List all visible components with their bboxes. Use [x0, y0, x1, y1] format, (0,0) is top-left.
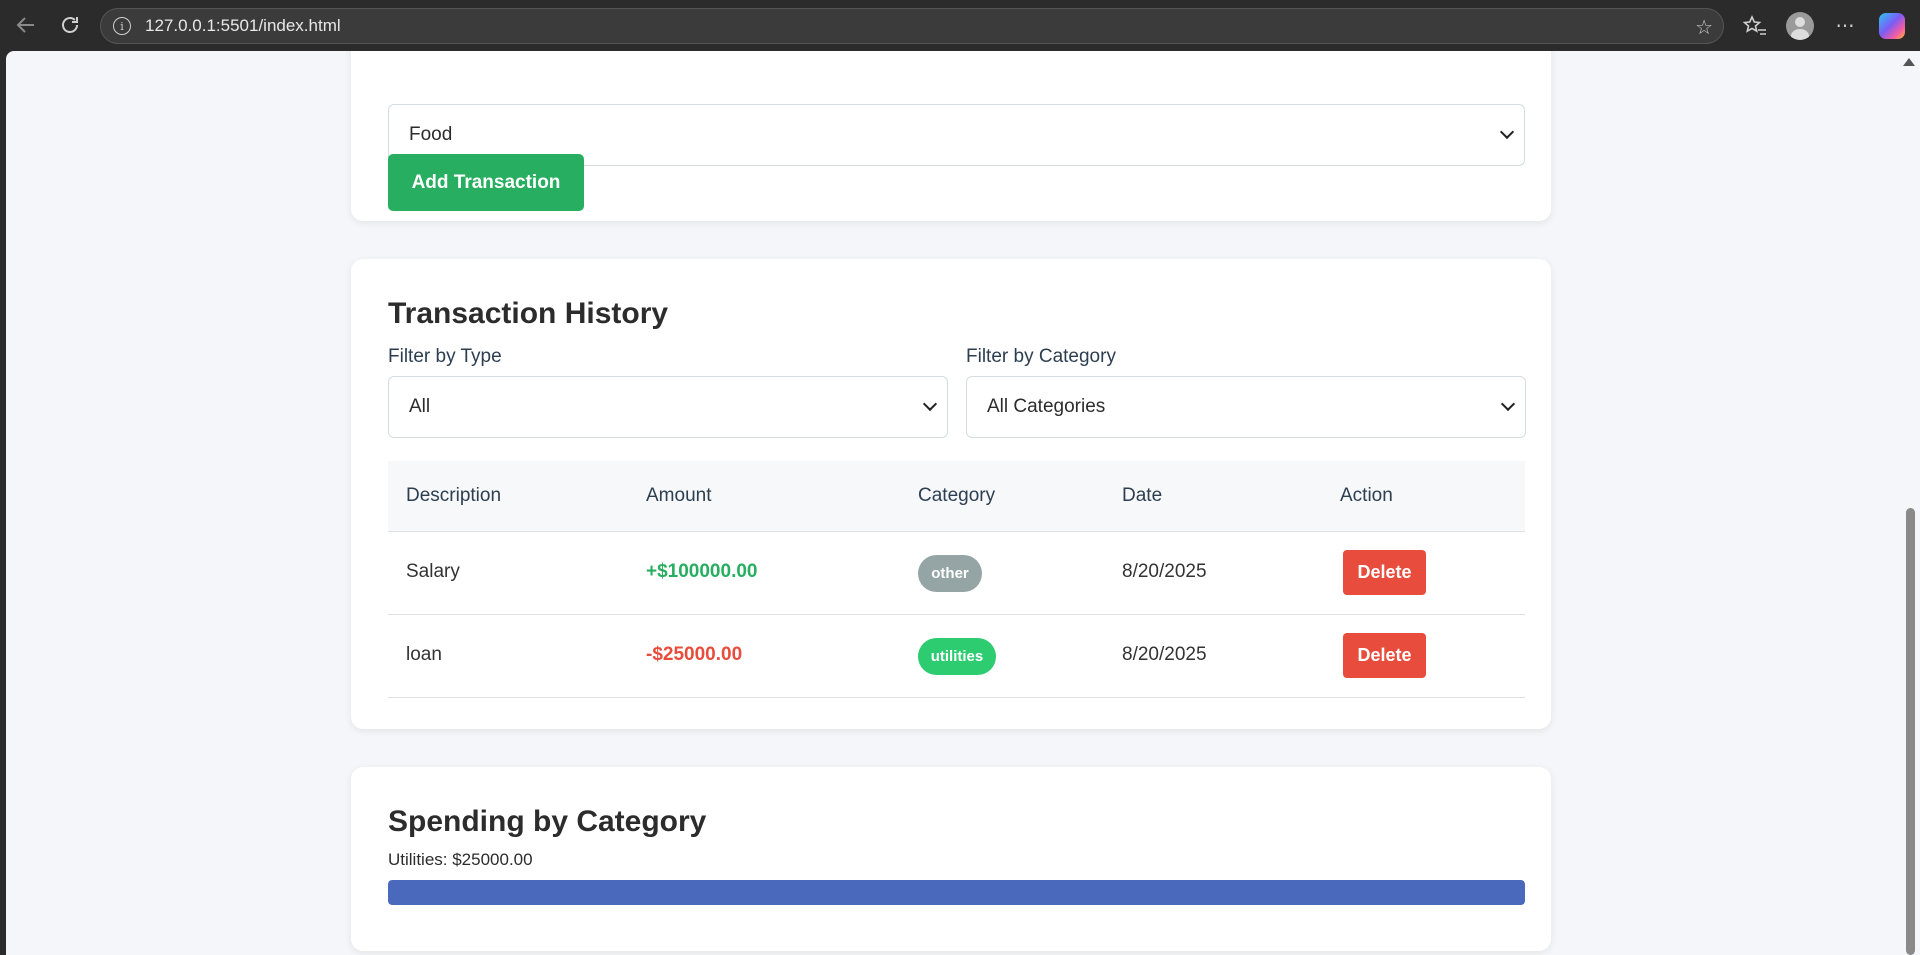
filter-type-value: All	[409, 396, 431, 417]
copilot-icon[interactable]	[1877, 11, 1907, 41]
back-icon[interactable]	[12, 11, 40, 39]
add-transaction-card: Food Add Transaction	[351, 51, 1551, 221]
row-description: Salary	[406, 561, 460, 582]
filter-category-value: All Categories	[987, 396, 1106, 417]
row-date: 8/20/2025	[1122, 561, 1207, 582]
table-row: loan -$25000.00 utilities 8/20/2025 Dele…	[388, 615, 1525, 698]
delete-button[interactable]: Delete	[1343, 633, 1426, 678]
spending-bar-track	[388, 880, 1525, 905]
spending-item-label: Utilities: $25000.00	[388, 850, 533, 869]
profile-icon[interactable]	[1785, 11, 1815, 41]
column-header-action: Action	[1340, 485, 1393, 506]
transactions-table: Description Amount Category Date Action …	[388, 461, 1525, 698]
table-row: Salary +$100000.00 other 8/20/2025 Delet…	[388, 532, 1525, 615]
column-header-category: Category	[918, 485, 996, 506]
transaction-history-card: Transaction History Filter by Type All F…	[351, 259, 1551, 729]
info-icon[interactable]: i	[113, 17, 131, 35]
row-description: loan	[406, 644, 442, 665]
address-bar[interactable]: i 127.0.0.1:5501/index.html ☆	[100, 8, 1724, 44]
row-amount: -$25000.00	[646, 644, 743, 665]
category-select-value: Food	[409, 124, 453, 145]
filter-category-select[interactable]: All Categories	[966, 376, 1526, 438]
table-header: Description Amount Category Date Action	[388, 461, 1525, 532]
spending-bar-fill	[388, 880, 1525, 905]
add-transaction-button[interactable]: Add Transaction	[388, 154, 584, 211]
column-header-amount: Amount	[646, 485, 712, 506]
scrollbar-thumb[interactable]	[1906, 508, 1915, 955]
category-badge: other	[918, 555, 982, 592]
filter-category-label: Filter by Category	[966, 346, 1116, 367]
url-text: 127.0.0.1:5501/index.html	[145, 16, 341, 35]
filter-type-label: Filter by Type	[388, 346, 502, 367]
transaction-history-title: Transaction History	[388, 297, 669, 330]
column-header-description: Description	[406, 485, 502, 506]
favorites-icon[interactable]	[1740, 11, 1770, 41]
row-amount: +$100000.00	[646, 561, 758, 582]
category-badge: utilities	[918, 638, 996, 675]
refresh-icon[interactable]	[56, 11, 84, 39]
browser-toolbar: i 127.0.0.1:5501/index.html ☆ ⋯	[0, 0, 1920, 51]
star-icon[interactable]: ☆	[1695, 15, 1713, 40]
column-header-date: Date	[1122, 485, 1163, 506]
row-date: 8/20/2025	[1122, 644, 1207, 665]
spending-by-category-card: Spending by Category Utilities: $25000.0…	[351, 767, 1551, 951]
filter-type-select[interactable]: All	[388, 376, 948, 438]
scroll-up-arrow-icon[interactable]	[1903, 58, 1915, 66]
chevron-down-icon	[1499, 124, 1515, 140]
more-icon[interactable]: ⋯	[1830, 11, 1860, 41]
chevron-down-icon	[1500, 396, 1516, 412]
delete-button[interactable]: Delete	[1343, 550, 1426, 595]
spending-title: Spending by Category	[388, 805, 707, 838]
chevron-down-icon	[922, 396, 938, 412]
page-viewport: Food Add Transaction Transaction History…	[6, 51, 1899, 955]
